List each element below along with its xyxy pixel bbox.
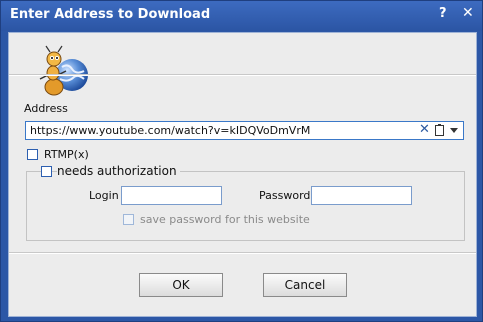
clear-icon[interactable]: ✕ — [419, 122, 430, 137]
needs-authorization-label[interactable]: needs authorization — [57, 164, 180, 178]
close-button[interactable]: ✕ — [462, 5, 474, 21]
ok-button[interactable]: OK — [139, 273, 223, 297]
cancel-button[interactable]: Cancel — [263, 273, 347, 297]
address-combobox[interactable]: ✕ — [25, 121, 464, 140]
dialog-body: Address ✕ RTMP(x) needs authorization Lo… — [8, 32, 477, 317]
needs-authorization-checkbox[interactable] — [41, 166, 52, 177]
ant-globe-logo — [39, 45, 88, 96]
save-password-checkbox[interactable] — [123, 214, 134, 225]
clipboard-icon[interactable] — [435, 124, 444, 136]
rtmp-checkbox[interactable] — [27, 149, 38, 160]
authorization-group — [26, 171, 465, 241]
address-input[interactable] — [30, 124, 410, 137]
dialog-title: Enter Address to Download — [10, 7, 211, 22]
rtmp-label[interactable]: RTMP(x) — [44, 148, 89, 161]
save-password-label: save password for this website — [140, 213, 310, 226]
address-label: Address — [24, 102, 68, 115]
password-label: Password — [259, 189, 311, 202]
login-label: Login — [89, 189, 119, 202]
login-field[interactable] — [121, 186, 222, 205]
password-field[interactable] — [311, 186, 412, 205]
help-button[interactable]: ? — [439, 6, 447, 21]
title-bar[interactable]: Enter Address to Download ? ✕ — [1, 1, 482, 31]
download-dialog: Enter Address to Download ? ✕ Address ht… — [0, 0, 483, 322]
dropdown-arrow-icon[interactable] — [450, 128, 458, 133]
